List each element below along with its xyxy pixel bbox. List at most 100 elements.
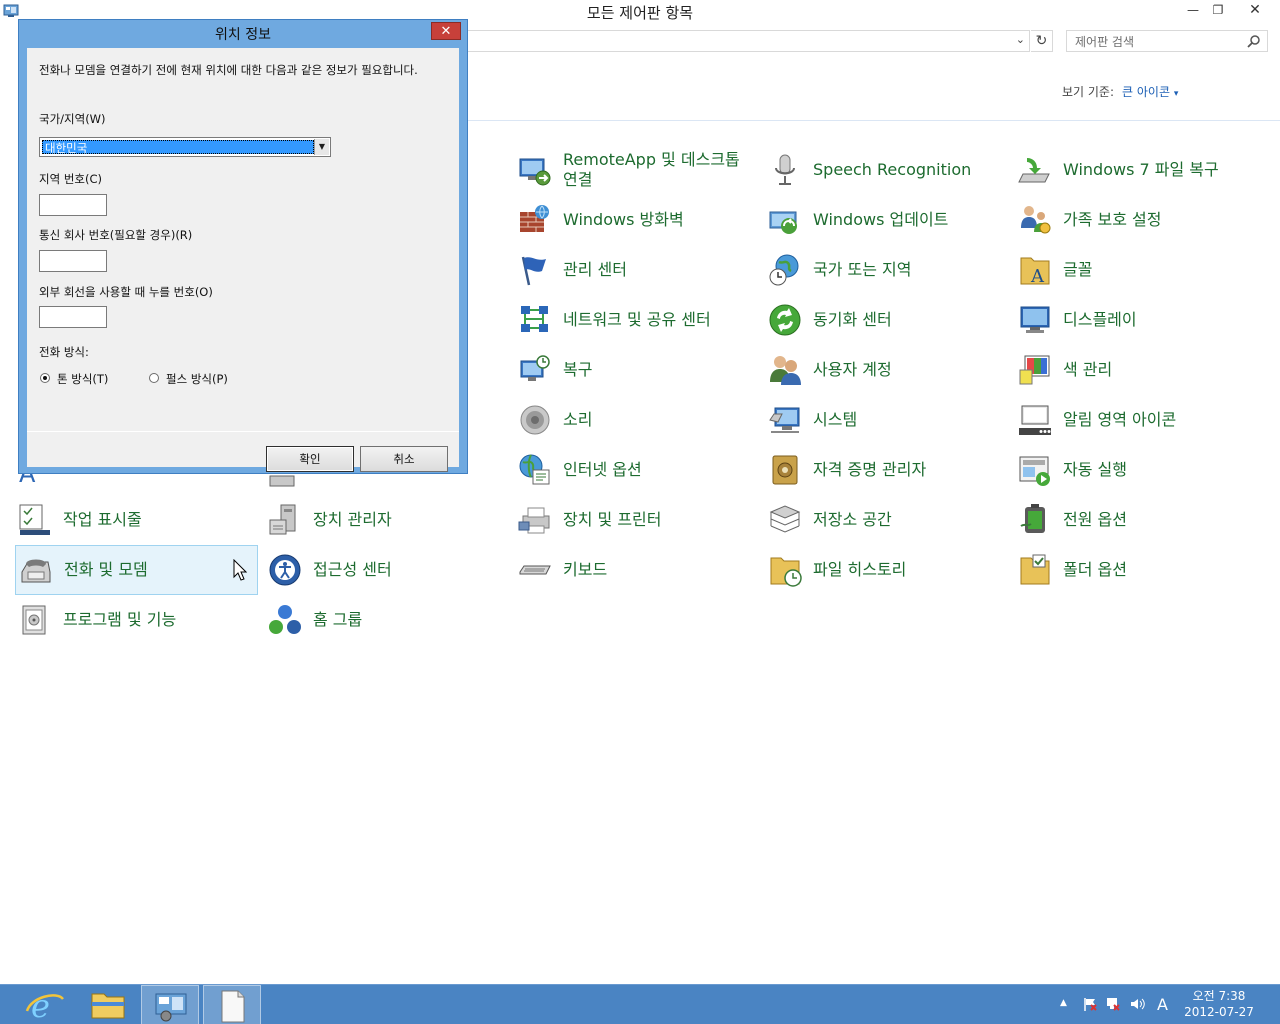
- minimize-button[interactable]: —: [1180, 0, 1206, 20]
- ime-indicator[interactable]: A: [1157, 995, 1168, 1014]
- cp-item-sound[interactable]: 소리: [515, 397, 755, 443]
- cp-item-label: 장치 및 프린터: [563, 510, 662, 529]
- search-input[interactable]: [1075, 32, 1245, 52]
- maximize-button[interactable]: ❐: [1205, 0, 1231, 20]
- pulse-radio[interactable]: [149, 373, 159, 383]
- cp-item-folder-options[interactable]: 폴더 옵션: [1015, 547, 1265, 593]
- cp-item-display[interactable]: 디스플레이: [1015, 297, 1265, 343]
- color-icon: [1019, 355, 1050, 385]
- mouse-cursor-icon: [233, 559, 247, 581]
- cp-item-label: 키보드: [563, 560, 608, 579]
- cp-item-network[interactable]: 네트워크 및 공유 센터: [515, 297, 755, 343]
- cancel-button[interactable]: 취소: [360, 446, 448, 472]
- taskbar-document-button[interactable]: [203, 985, 261, 1024]
- system-icon: [769, 407, 800, 433]
- view-by: 보기 기준: 큰 아이콘 ▾: [1062, 83, 1178, 100]
- clock-date: 2012-07-27: [1184, 1005, 1254, 1019]
- fonts-folder-icon: A: [1020, 257, 1050, 287]
- volume-icon[interactable]: [1129, 996, 1145, 1012]
- cp-item-windows-update[interactable]: Windows 업데이트: [765, 197, 1005, 243]
- cp-item-label: 국가 또는 지역: [813, 260, 912, 279]
- cp-item-credential-manager[interactable]: 자격 증명 관리자: [765, 447, 1005, 493]
- document-icon: [221, 990, 245, 1023]
- cp-item-label: RemoteApp 및 데스크톱 연결: [563, 150, 740, 189]
- outside-line-input[interactable]: [39, 306, 107, 328]
- chevron-down-icon[interactable]: ⌄: [1016, 33, 1025, 46]
- cp-item-win7-recovery[interactable]: Windows 7 파일 복구: [1015, 147, 1265, 193]
- cp-item-sync-center[interactable]: 동기화 센터: [765, 297, 1005, 343]
- view-by-label: 보기 기준:: [1062, 85, 1115, 99]
- area-code-input[interactable]: [39, 194, 107, 216]
- cp-item-internet-options[interactable]: 인터넷 옵션: [515, 447, 755, 493]
- microphone-icon: [775, 154, 795, 185]
- taskbar: e ▲ A 오전 7:38 2012-07-27: [0, 984, 1280, 1024]
- taskbar-explorer-button[interactable]: [79, 985, 137, 1024]
- cp-item-label: 파일 히스토리: [813, 560, 907, 579]
- show-hidden-icons[interactable]: ▲: [1060, 998, 1067, 1008]
- tone-radio[interactable]: [40, 373, 50, 383]
- cp-item-recovery[interactable]: 복구: [515, 347, 755, 393]
- taskbar-clock[interactable]: 오전 7:38 2012-07-27: [1182, 988, 1256, 1020]
- cp-item-ease-of-access[interactable]: 접근성 센터: [265, 547, 505, 593]
- cp-item-speech[interactable]: Speech Recognition: [765, 147, 1005, 193]
- carrier-code-label: 통신 회사 번호(필요할 경우)(R): [39, 228, 193, 242]
- network-disconnected-icon[interactable]: [1105, 996, 1121, 1012]
- dialog-close-button[interactable]: ✕: [431, 22, 461, 40]
- cp-item-label: 소리: [563, 410, 593, 429]
- cp-item-power-options[interactable]: 전원 옵션: [1015, 497, 1265, 543]
- cp-item-label: 관리 센터: [563, 260, 627, 279]
- tone-radio-label[interactable]: 톤 방식(T): [57, 371, 108, 387]
- cp-item-keyboard[interactable]: 키보드: [515, 547, 755, 593]
- refresh-icon[interactable]: ↻: [1031, 30, 1053, 52]
- cp-item-label: 시스템: [813, 410, 858, 429]
- cp-item-notification-icons[interactable]: 알림 영역 아이콘: [1015, 397, 1265, 443]
- family-icon: [1021, 206, 1051, 234]
- globe-icon: [519, 454, 550, 485]
- cp-item-label: 동기화 센터: [813, 310, 892, 329]
- cp-item-color-management[interactable]: 색 관리: [1015, 347, 1265, 393]
- taskbar-control-panel-button[interactable]: [141, 985, 199, 1024]
- cp-item-system[interactable]: 시스템: [765, 397, 1005, 443]
- country-select[interactable]: 대한민국 ▼: [39, 137, 331, 157]
- autoplay-icon: [1019, 456, 1050, 486]
- address-bar[interactable]: ⌄: [460, 30, 1030, 52]
- chevron-down-icon[interactable]: ▾: [1174, 89, 1179, 99]
- chevron-down-icon[interactable]: ▼: [314, 139, 329, 155]
- cp-item-region[interactable]: 국가 또는 지역: [765, 247, 1005, 293]
- cp-item-label: 프로그램 및 기능: [63, 610, 177, 629]
- action-center-flag-icon[interactable]: [1082, 996, 1098, 1012]
- cp-item-family-safety[interactable]: 가족 보호 설정: [1015, 197, 1265, 243]
- pulse-radio-label[interactable]: 펄스 방식(P): [166, 371, 228, 387]
- flag-icon: [521, 256, 546, 286]
- cp-item-file-history[interactable]: 파일 히스토리: [765, 547, 1005, 593]
- close-button[interactable]: ✕: [1232, 0, 1278, 20]
- cp-item-devices-printers[interactable]: 장치 및 프린터: [515, 497, 755, 543]
- taskbar-ie-button[interactable]: e: [17, 985, 75, 1024]
- cp-item-homegroup[interactable]: 홈 그룹: [265, 597, 505, 643]
- cp-item-firewall[interactable]: Windows 방화벽: [515, 197, 755, 243]
- cp-item-autoplay[interactable]: 자동 실행: [1015, 447, 1265, 493]
- view-by-dropdown[interactable]: 큰 아이콘: [1122, 85, 1170, 99]
- cp-item-fonts[interactable]: A 글꼴: [1015, 247, 1265, 293]
- cp-item-storage-spaces[interactable]: 저장소 공간: [765, 497, 1005, 543]
- cp-item-remoteapp[interactable]: RemoteApp 및 데스크톱 연결: [515, 147, 755, 193]
- cp-item-device-manager[interactable]: 장치 관리자: [265, 497, 505, 543]
- cp-item-user-accounts[interactable]: 사용자 계정: [765, 347, 1005, 393]
- cp-item-label: 사용자 계정: [813, 360, 892, 379]
- cp-item-phone-modem[interactable]: 전화 및 모뎀: [15, 545, 258, 595]
- search-icon[interactable]: [1247, 34, 1261, 48]
- network-icon: [521, 306, 548, 332]
- control-panel-icon: [155, 993, 187, 1022]
- cp-item-taskbar[interactable]: 작업 표시줄: [15, 497, 255, 543]
- cp-item-label: 네트워크 및 공유 센터: [563, 310, 711, 329]
- ok-button[interactable]: 확인: [266, 446, 354, 472]
- carrier-code-input[interactable]: [39, 250, 107, 272]
- search-box[interactable]: [1066, 30, 1268, 52]
- device-manager-icon: [269, 504, 296, 535]
- cp-item-label: Windows 방화벽: [563, 210, 684, 229]
- battery-icon: [1020, 504, 1045, 533]
- dial-method-label: 전화 방식:: [39, 345, 89, 359]
- cp-item-action-center[interactable]: 관리 센터: [515, 247, 755, 293]
- vault-icon: [772, 455, 798, 485]
- cp-item-programs-features[interactable]: 프로그램 및 기능: [15, 597, 255, 643]
